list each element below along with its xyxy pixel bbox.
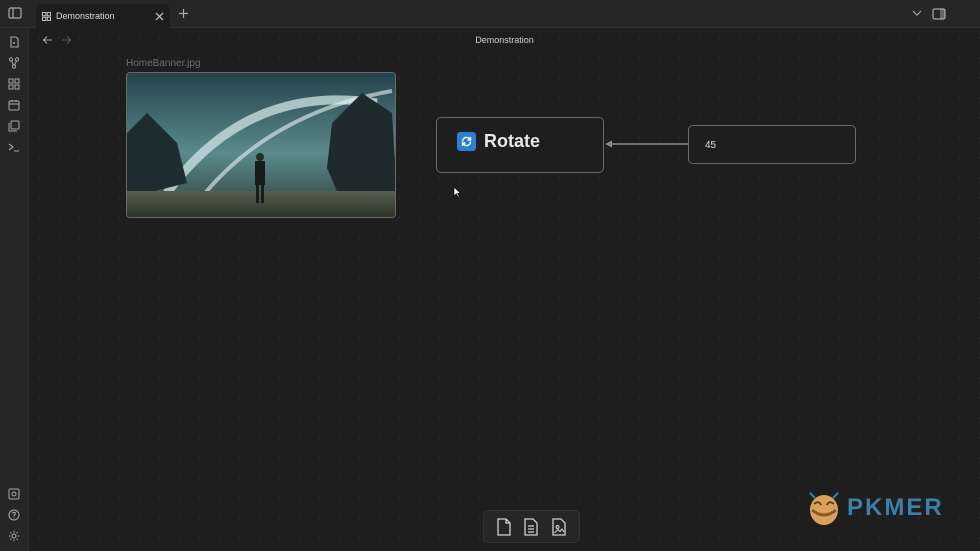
rotate-label: Rotate <box>484 131 541 151</box>
right-sidebar-icon[interactable] <box>932 8 946 20</box>
templates-icon[interactable] <box>8 120 20 132</box>
canvas-icon[interactable] <box>8 78 20 90</box>
add-media-icon[interactable] <box>551 517 567 536</box>
rotate-node[interactable]: Rotate <box>436 117 604 173</box>
plus-icon[interactable] <box>178 8 189 19</box>
pkmer-mascot-icon <box>809 492 839 525</box>
mouse-cursor-icon <box>453 186 461 198</box>
chevron-down-icon[interactable] <box>912 9 922 17</box>
vault-icon[interactable] <box>8 488 20 500</box>
open-quick-switcher-icon[interactable] <box>8 36 20 48</box>
canvas-edge[interactable] <box>604 138 688 150</box>
left-ribbon <box>0 28 29 551</box>
sidebar-toggle-icon[interactable] <box>8 7 22 19</box>
value-text: 45 <box>705 140 717 151</box>
graph-icon[interactable] <box>8 57 20 69</box>
add-file-icon[interactable] <box>523 517 539 536</box>
rotate-icon <box>457 132 476 151</box>
brand-logo: PKMER <box>807 490 944 526</box>
title-bar: Demonstration <box>0 0 980 28</box>
canvas-toolbar <box>483 510 580 543</box>
value-node[interactable]: 45 <box>688 125 856 164</box>
arrowhead-icon <box>605 140 612 148</box>
brand-text: PKMER <box>847 494 944 521</box>
image-node[interactable] <box>126 72 396 218</box>
calendar-icon[interactable] <box>8 99 20 111</box>
banner-image <box>127 73 395 217</box>
add-note-icon[interactable] <box>496 517 512 536</box>
canvas-area[interactable]: Demonstration HomeBanner.jpg Rotate 45 P… <box>29 28 980 551</box>
view-title: Demonstration <box>475 35 534 45</box>
settings-icon[interactable] <box>8 530 20 542</box>
tab-demonstration[interactable]: Demonstration <box>36 4 170 28</box>
terminal-icon[interactable] <box>8 141 20 153</box>
canvas-icon <box>42 11 51 21</box>
help-icon[interactable] <box>8 509 20 521</box>
close-icon[interactable] <box>155 12 164 21</box>
image-node-label: HomeBanner.jpg <box>126 58 201 69</box>
tab-label: Demonstration <box>56 11 115 21</box>
